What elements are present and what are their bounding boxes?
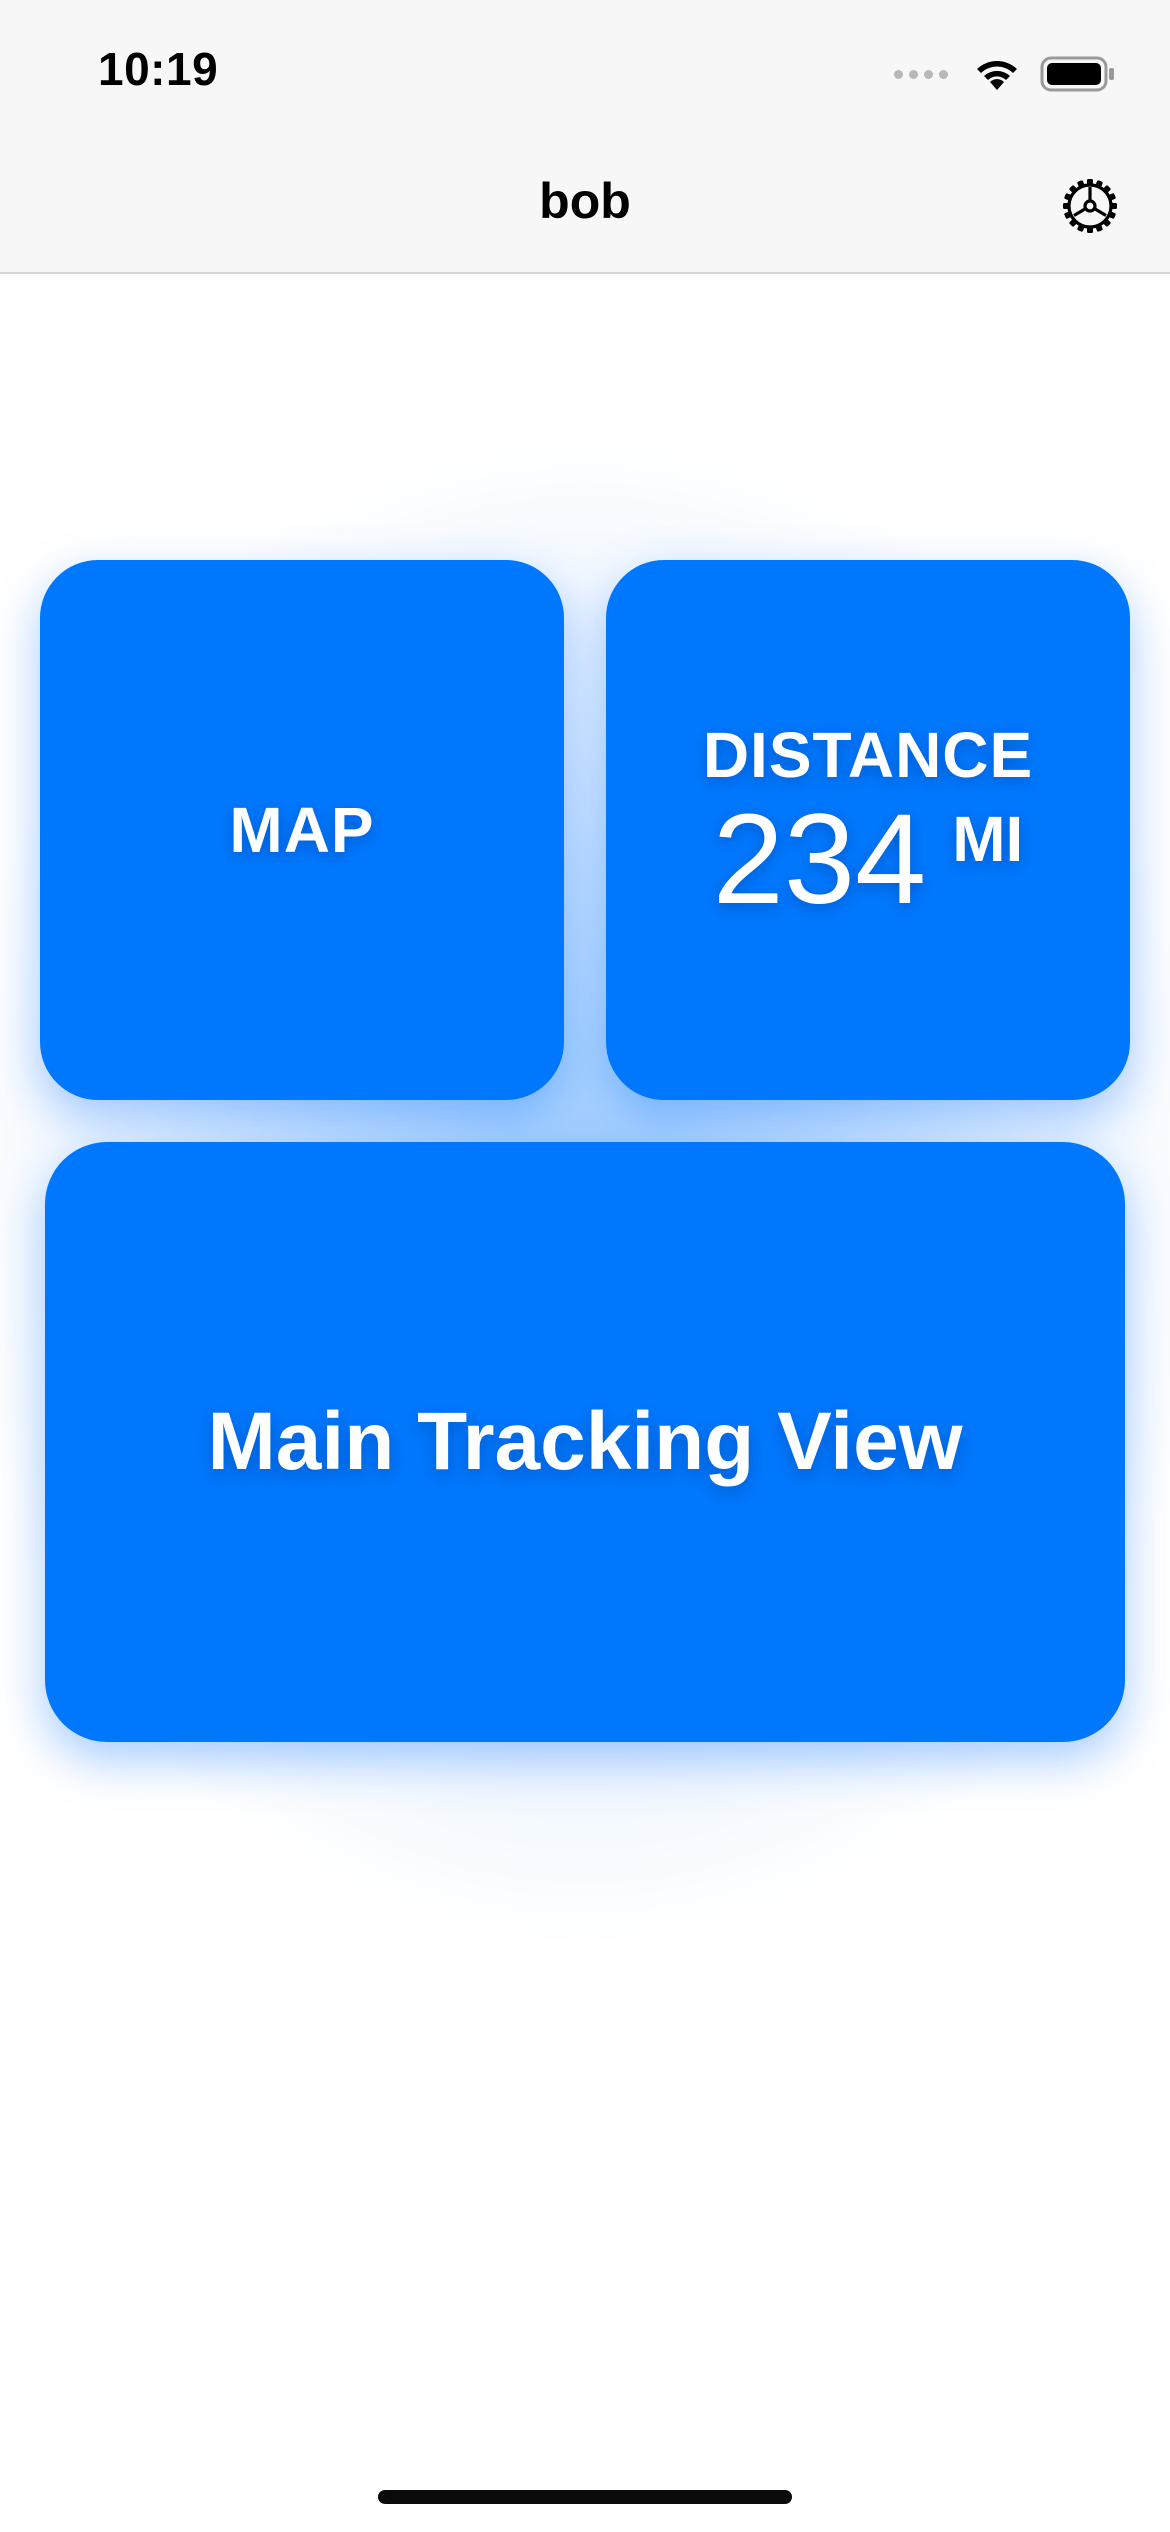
map-tile-label: MAP [229,794,375,866]
home-indicator[interactable] [378,2490,792,2504]
distance-readout: 234 MI [713,796,1024,924]
distance-unit: MI [952,803,1024,875]
main-tracking-tile[interactable]: Main Tracking View [45,1142,1125,1742]
nav-title: bob [539,173,631,229]
map-tile[interactable]: MAP [40,560,564,1100]
battery-icon [1040,56,1114,92]
status-time: 10:19 [98,43,219,95]
wifi-icon [977,61,1017,90]
gear-icon[interactable] [1060,176,1120,236]
distance-value: 234 [712,788,927,931]
top-bar: 10:19 bob [0,0,1170,274]
cellular-signal-icon [894,69,948,79]
status-icons [894,52,1116,96]
distance-tile-label: DISTANCE [702,719,1034,791]
main-tracking-label: Main Tracking View [207,1396,963,1487]
app-screen: 10:19 bob MAP DISTANCE 234 MI Main Track… [0,0,1170,2532]
distance-tile[interactable]: DISTANCE 234 MI [606,560,1130,1100]
